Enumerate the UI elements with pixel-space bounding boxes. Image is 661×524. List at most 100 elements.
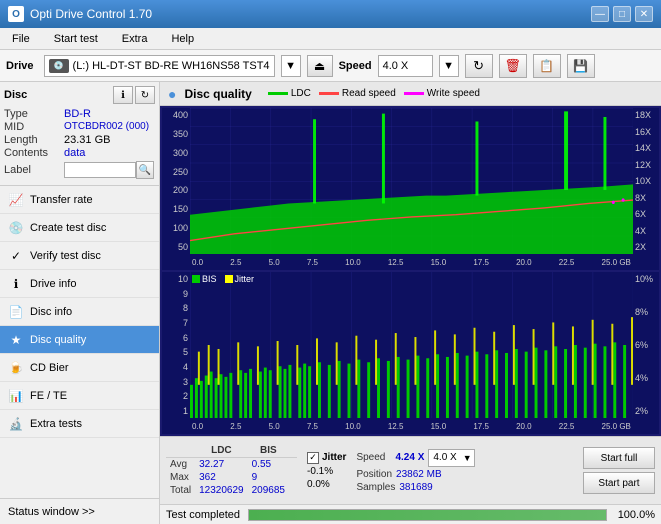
stats-row-max: Max 362 9 — [166, 471, 297, 484]
position-value: 23862 MB — [396, 469, 442, 480]
progress-bar — [248, 509, 607, 521]
disc-label-row: Label 🔍 — [4, 161, 155, 179]
sidebar-item-fe-te[interactable]: 📊 FE / TE — [0, 382, 159, 410]
nav-items: 📈 Transfer rate 💿 Create test disc ✓ Ver… — [0, 186, 159, 438]
speed-stat-label: Speed — [356, 452, 391, 463]
speed-select[interactable]: 4.0 X — [378, 55, 433, 77]
jitter-label: Jitter — [322, 452, 346, 463]
bis-header: BIS — [248, 444, 289, 458]
stats-row-total: Total 12320629 209685 — [166, 484, 297, 497]
sidebar-item-drive-info[interactable]: ℹ Drive info — [0, 270, 159, 298]
sidebar-item-disc-quality[interactable]: ★ Disc quality — [0, 326, 159, 354]
sidebar-item-verify-test-disc[interactable]: ✓ Verify test disc — [0, 242, 159, 270]
jitter-section: ✓ Jitter -0.1% 0.0% — [307, 452, 346, 490]
menu-help[interactable]: Help — [163, 31, 202, 47]
total-bis: 209685 — [248, 484, 289, 497]
disc-contents-row: Contents data — [4, 147, 155, 159]
charts-area: 400 350 300 250 200 150 100 50 18X 16X 1… — [160, 106, 661, 436]
refresh-button[interactable]: ↻ — [465, 54, 493, 78]
speed-dropdown-select[interactable]: 4.0 X ▼ — [428, 449, 474, 467]
stats-bar: LDC BIS Avg 32.27 0.55 Max 362 — [160, 436, 661, 504]
status-window-label: Status window >> — [8, 506, 95, 518]
action-buttons: Start full Start part — [583, 447, 655, 494]
chart-legend: LDC Read speed Write speed — [268, 88, 480, 99]
ldc-header: LDC — [195, 444, 248, 458]
app-title: Opti Drive Control 1.70 — [30, 7, 152, 21]
sidebar-item-transfer-rate[interactable]: 📈 Transfer rate — [0, 186, 159, 214]
jitter-max: 0.0% — [307, 479, 346, 490]
fe-te-icon: 📊 — [8, 388, 24, 404]
disc-label-input[interactable] — [64, 162, 136, 178]
create-test-icon: 💿 — [8, 220, 24, 236]
avg-bis: 0.55 — [248, 458, 289, 472]
maximize-button[interactable]: □ — [613, 6, 631, 22]
sidebar-item-cd-bier[interactable]: 🍺 CD Bier — [0, 354, 159, 382]
jitter-avg: -0.1% — [307, 466, 346, 477]
disc-info-btn[interactable]: ℹ — [113, 86, 133, 104]
chart-header: ● Disc quality LDC Read speed Write spee… — [160, 82, 661, 106]
disc-type-row: Type BD-R — [4, 108, 155, 120]
drive-select[interactable]: 💿 (L:) HL-DT-ST BD-RE WH16NS58 TST4 — [44, 55, 275, 77]
legend-ldc: LDC — [268, 88, 311, 99]
app-status-bar: Test completed 100.0% — [160, 504, 661, 524]
minimize-button[interactable]: — — [591, 6, 609, 22]
drive-name: (L:) HL-DT-ST BD-RE WH16NS58 TST4 — [73, 60, 270, 72]
max-ldc: 362 — [195, 471, 248, 484]
total-ldc: 12320629 — [195, 484, 248, 497]
menu-bar: File Start test Extra Help — [0, 28, 661, 50]
disc-info-icon: 📄 — [8, 304, 24, 320]
jitter-checkbox[interactable]: ✓ — [307, 452, 319, 464]
disc-length-row: Length 23.31 GB — [4, 134, 155, 146]
drive-dropdown-arrow[interactable]: ▼ — [281, 55, 301, 77]
stats-table: LDC BIS Avg 32.27 0.55 Max 362 — [166, 444, 297, 497]
app-icon: O — [8, 6, 24, 22]
status-window-button[interactable]: Status window >> — [0, 498, 159, 524]
position-label: Position — [356, 469, 392, 480]
main-area: Disc ℹ ↻ Type BD-R MID OTCBDR002 (000) L… — [0, 82, 661, 524]
bottom-chart: BIS Jitter 10 9 8 7 6 5 4 3 — [162, 272, 659, 434]
samples-label: Samples — [356, 482, 395, 493]
sidebar-item-disc-info[interactable]: 📄 Disc info — [0, 298, 159, 326]
extra-tests-icon: 🔬 — [8, 416, 24, 432]
avg-ldc: 32.27 — [195, 458, 248, 472]
top-chart: 400 350 300 250 200 150 100 50 18X 16X 1… — [162, 108, 659, 270]
samples-value: 381689 — [399, 482, 432, 493]
max-bis: 9 — [248, 471, 289, 484]
top-chart-area — [190, 108, 633, 254]
menu-file[interactable]: File — [4, 31, 38, 47]
sidebar-item-create-test-disc[interactable]: 💿 Create test disc — [0, 214, 159, 242]
speed-label: Speed — [339, 60, 372, 72]
disc-mid-row: MID OTCBDR002 (000) — [4, 121, 155, 133]
chart-header-icon: ● — [168, 86, 176, 102]
bottom-chart-area — [190, 272, 633, 418]
legend-read: Read speed — [319, 88, 396, 99]
status-text: Test completed — [166, 509, 240, 521]
menu-start-test[interactable]: Start test — [46, 31, 106, 47]
copy-button[interactable]: 📋 — [533, 54, 561, 78]
progress-percent: 100.0% — [615, 509, 655, 521]
disc-title: Disc — [4, 89, 27, 101]
close-button[interactable]: ✕ — [635, 6, 653, 22]
transfer-rate-icon: 📈 — [8, 192, 24, 208]
disc-refresh-btn[interactable]: ↻ — [135, 86, 155, 104]
verify-test-icon: ✓ — [8, 248, 24, 264]
start-part-button[interactable]: Start part — [583, 472, 655, 494]
sidebar-item-extra-tests[interactable]: 🔬 Extra tests — [0, 410, 159, 438]
save-button[interactable]: 💾 — [567, 54, 595, 78]
chart-title: Disc quality — [184, 87, 251, 101]
content-area: ● Disc quality LDC Read speed Write spee… — [160, 82, 661, 524]
start-full-button[interactable]: Start full — [583, 447, 655, 469]
speed-stat-value: 4.24 X — [395, 452, 424, 463]
legend-write: Write speed — [404, 88, 480, 99]
drive-label: Drive — [6, 60, 34, 72]
erase-button[interactable]: 🗑 — [499, 54, 527, 78]
disc-label-search-btn[interactable]: 🔍 — [136, 161, 154, 179]
menu-extra[interactable]: Extra — [114, 31, 156, 47]
speed-dropdown-arrow[interactable]: ▼ — [439, 55, 459, 77]
title-bar: O Opti Drive Control 1.70 — □ ✕ — [0, 0, 661, 28]
drive-bar: Drive 💿 (L:) HL-DT-ST BD-RE WH16NS58 TST… — [0, 50, 661, 82]
drive-info-icon: ℹ — [8, 276, 24, 292]
cd-bier-icon: 🍺 — [8, 360, 24, 376]
stats-row-avg: Avg 32.27 0.55 — [166, 458, 297, 472]
eject-button[interactable]: ⏏ — [307, 55, 333, 77]
